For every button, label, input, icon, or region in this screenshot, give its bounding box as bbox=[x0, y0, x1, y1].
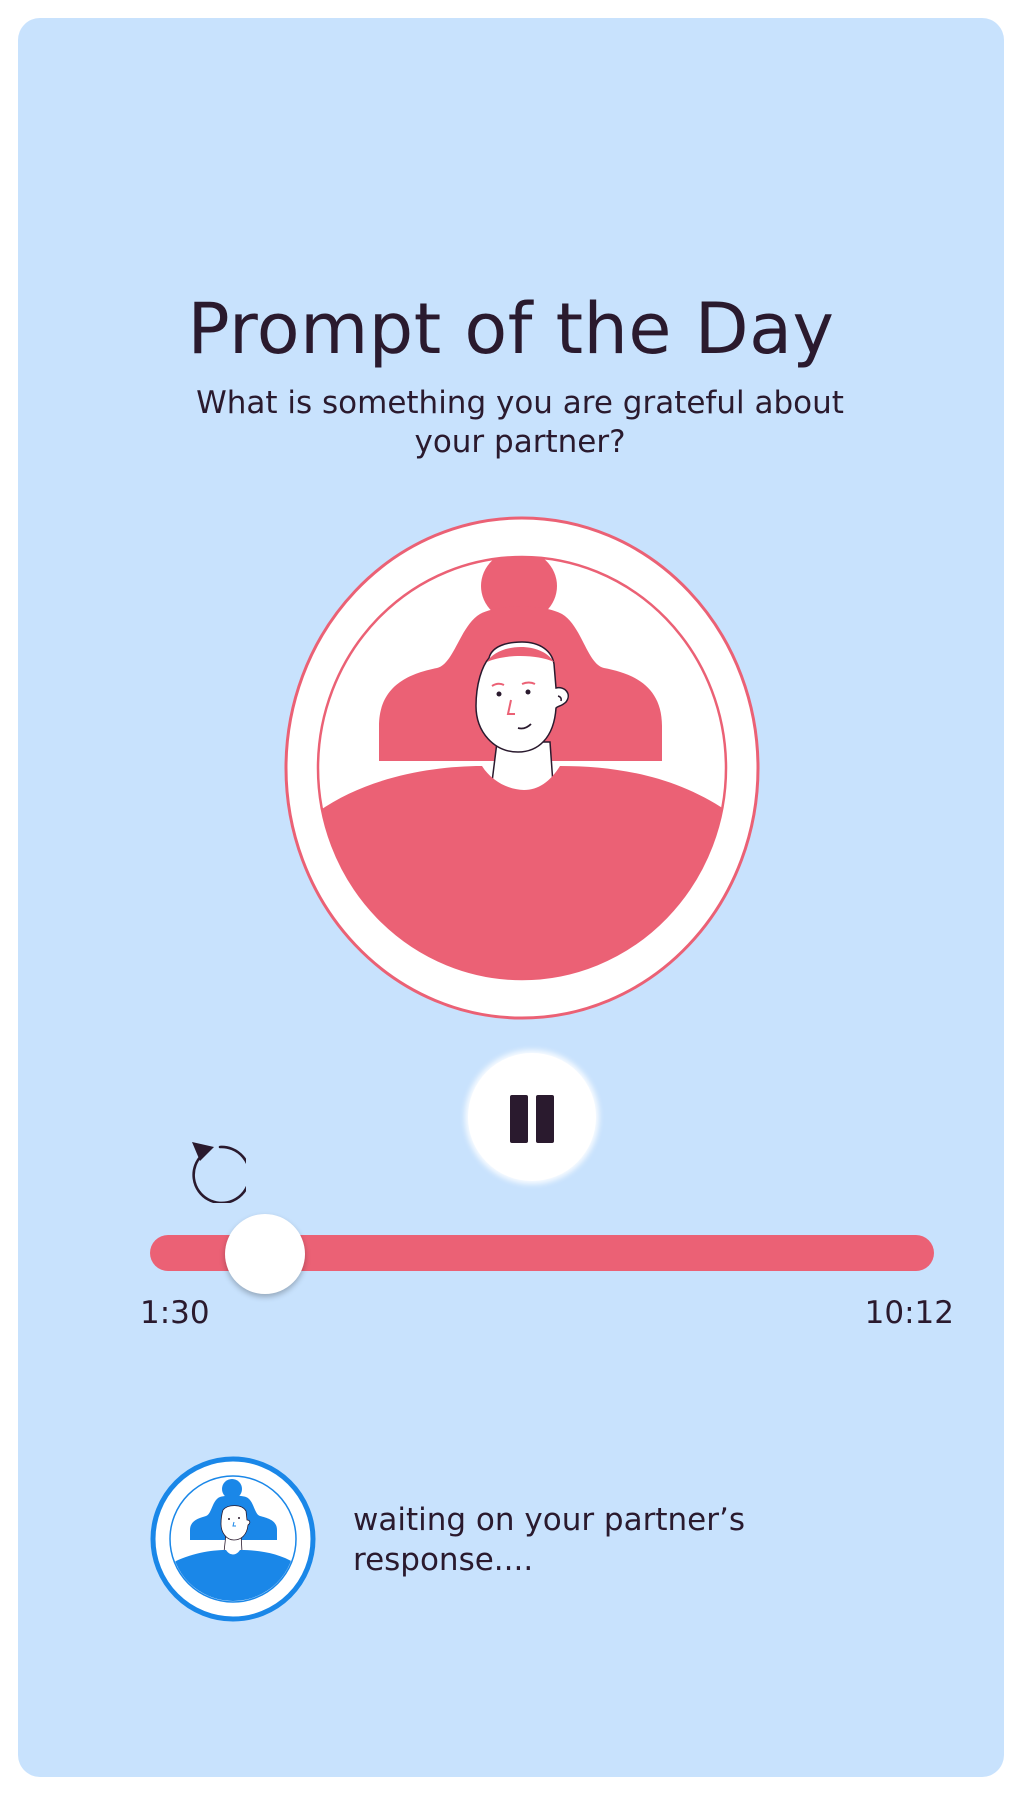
prompt-question: What is something you are grateful about… bbox=[196, 385, 844, 460]
replay-icon bbox=[192, 1142, 251, 1205]
pause-icon-bar bbox=[536, 1095, 554, 1143]
total-time: 10:12 bbox=[864, 1295, 954, 1331]
pause-button[interactable] bbox=[468, 1053, 596, 1181]
replay-button[interactable] bbox=[176, 1127, 251, 1205]
progress-handle[interactable] bbox=[225, 1214, 306, 1294]
partner-status: waiting on your partner’s response.... bbox=[353, 1502, 745, 1578]
elapsed-time: 1:30 bbox=[140, 1295, 210, 1331]
partner-avatar bbox=[150, 1456, 316, 1622]
speaker-avatar bbox=[284, 516, 760, 1020]
pause-icon bbox=[510, 1095, 528, 1143]
page-title: Prompt of the Day bbox=[187, 288, 835, 370]
